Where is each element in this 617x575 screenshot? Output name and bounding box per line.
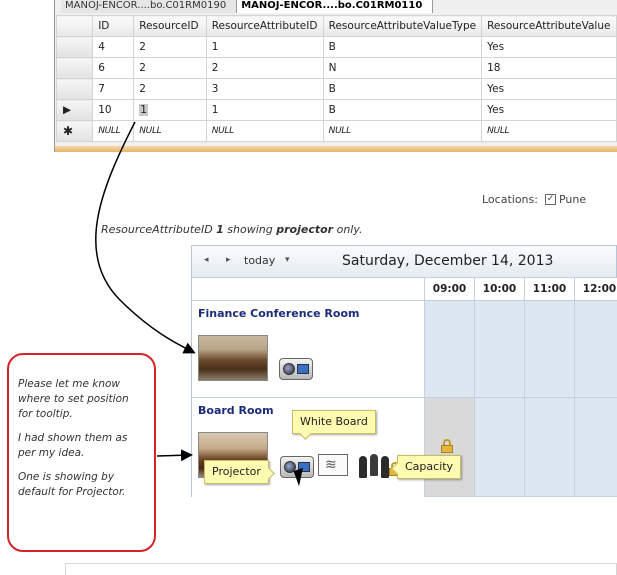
arrow-callout-to-board-room xyxy=(156,449,193,462)
connector-arrows xyxy=(95,121,196,462)
arrow-grid-to-projector xyxy=(95,121,196,354)
